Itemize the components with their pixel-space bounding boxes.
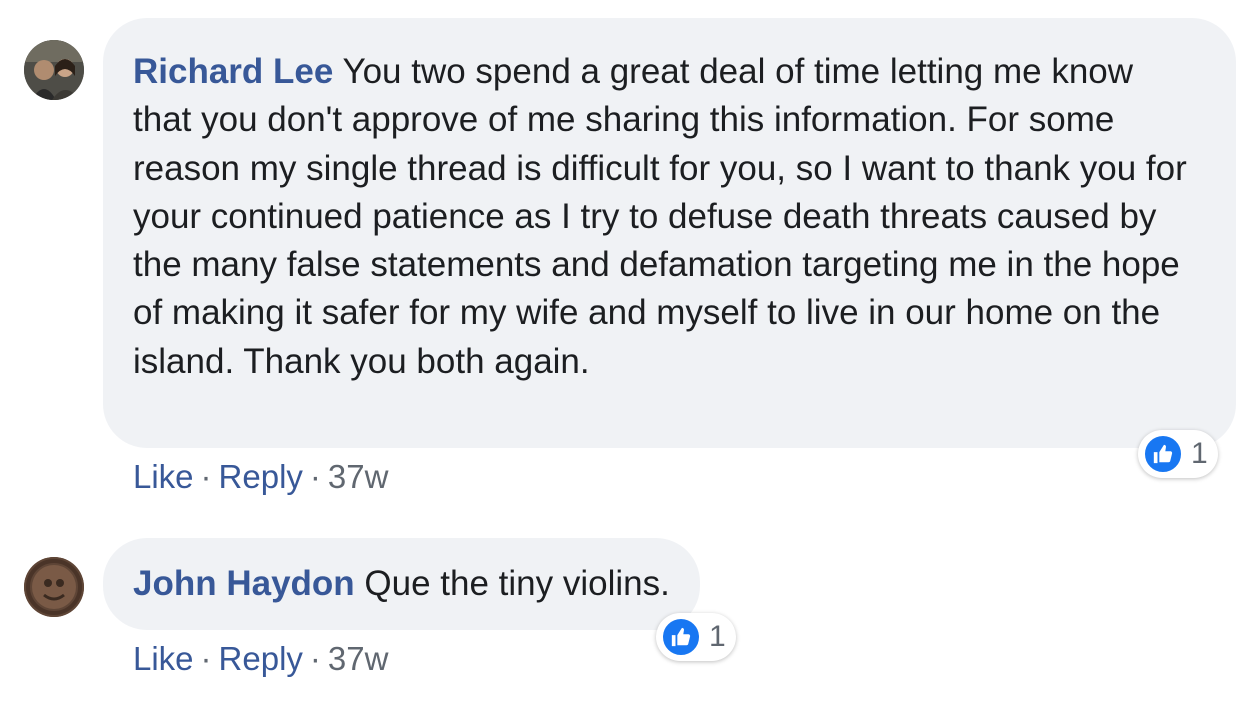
comment-bubble: John Haydon Que the tiny violins. (103, 538, 700, 630)
comment-actions: Like · Reply · 37w (133, 640, 388, 678)
like-link[interactable]: Like (133, 458, 194, 495)
comment-actions: Like · Reply · 37w (133, 458, 388, 496)
reaction-count: 1 (709, 620, 726, 653)
reaction-count: 1 (1191, 437, 1208, 470)
reply-link[interactable]: Reply (219, 458, 303, 495)
comment-bubble: Richard Lee You two spend a great deal o… (103, 18, 1236, 448)
comment: Richard Lee You two spend a great deal o… (0, 0, 1258, 500)
separator: · (200, 458, 212, 495)
like-thumbs-up-icon (661, 617, 701, 657)
comment-text: You two spend a great deal of time letti… (133, 52, 1187, 381)
separator: · (200, 640, 212, 677)
separator: · (309, 458, 321, 495)
reply-link[interactable]: Reply (219, 640, 303, 677)
comment-text: Que the tiny violins. (364, 564, 670, 603)
like-thumbs-up-icon (1143, 434, 1183, 474)
avatar[interactable] (24, 40, 84, 100)
timestamp[interactable]: 37w (328, 640, 389, 677)
separator: · (309, 640, 321, 677)
comment-author[interactable]: John Haydon (133, 564, 355, 603)
reaction-badge[interactable]: 1 (656, 613, 736, 661)
comment-author[interactable]: Richard Lee (133, 52, 333, 91)
avatar[interactable] (24, 557, 84, 617)
like-link[interactable]: Like (133, 640, 194, 677)
reaction-badge[interactable]: 1 (1138, 430, 1218, 478)
timestamp[interactable]: 37w (328, 458, 389, 495)
comment: John Haydon Que the tiny violins. 1 Like… (0, 520, 1258, 703)
